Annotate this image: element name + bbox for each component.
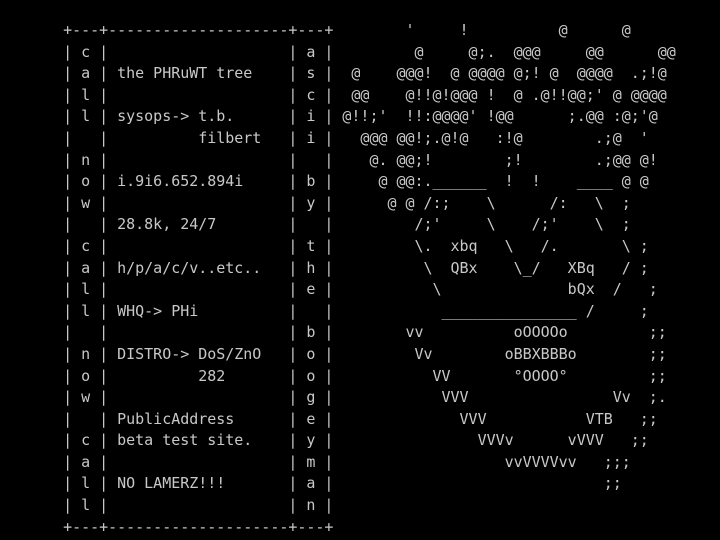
dos-text-screen: +---+--------------------+---+ ' ! @ @ |… [0,0,720,540]
ansi-bbs-screen-text: +---+--------------------+---+ ' ! @ @ |… [63,21,676,536]
